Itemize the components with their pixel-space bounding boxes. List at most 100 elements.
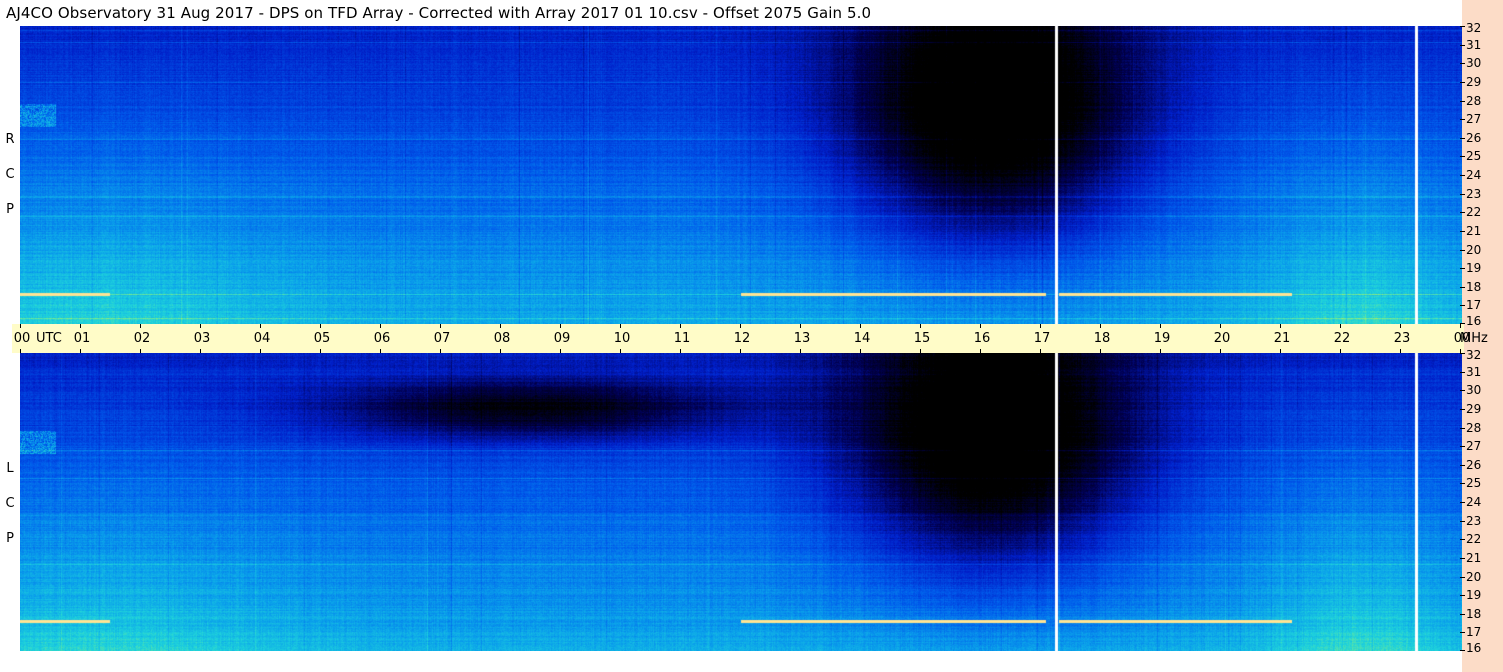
time-tick-label: 05 [313,331,331,346]
time-tick-mark [260,324,261,328]
frequency-tick-mark [1460,613,1465,615]
time-tick-label: 12 [733,331,751,346]
time-axis: 00 01 02 03 04 05 06 07 08 09 10 11 12 13 14 15 16 17 18 19… [12,324,1488,353]
frequency-tick-label: 32 [1466,348,1482,362]
time-tick-mark [800,324,801,328]
frequency-tick-label: 24 [1466,495,1482,509]
time-tick-mark [200,324,201,328]
frequency-tick-label: 26 [1466,457,1482,472]
time-tick-label: 00 [13,331,31,346]
frequency-tick-mark [1460,353,1465,354]
time-tick-label: 19 [1153,331,1171,346]
frequency-tick-mark [1460,464,1465,466]
time-tick-mark [620,324,621,328]
time-tick-mark [1340,324,1341,328]
time-tick-label: 14 [853,331,871,346]
lcp-spectrogram [20,353,1462,651]
time-tick-label: 03 [193,331,211,346]
time-tick-mark [560,324,561,328]
frequency-tick-mark [1460,557,1465,559]
time-tick-label: 21 [1273,331,1291,346]
time-tick-label: 08 [493,331,511,346]
frequency-tick-mark [1460,63,1465,65]
frequency-tick-label: 30 [1466,56,1482,71]
frequency-tick-label: 18 [1466,279,1482,294]
frequency-tick-label: 19 [1466,588,1482,603]
frequency-tick-label: 31 [1466,37,1482,52]
frequency-tick-label: 20 [1466,242,1482,257]
frequency-tick-mark [1460,390,1465,392]
time-tick-label: 01 [73,331,91,346]
time-tick-mark [920,324,921,328]
time-tick-mark [680,324,681,328]
frequency-tick-label: 16 [1466,314,1482,328]
utc-label: UTC [36,331,62,346]
frequency-tick-label: 25 [1466,149,1482,164]
mhz-label: MHz [1460,331,1488,346]
frequency-tick-label: 30 [1466,383,1482,398]
frequency-tick-mark [1460,268,1465,270]
frequency-tick-mark [1460,44,1465,46]
frequency-tick-label: 28 [1466,420,1482,435]
frequency-tick-label: 27 [1466,439,1482,454]
frequency-tick-mark [1460,193,1465,195]
lcp-label-p: P [6,531,14,546]
time-tick-label: 16 [973,331,991,346]
rcp-label-r: R [5,132,15,147]
rcp-spectrogram [20,26,1462,324]
frequency-tick-label: 23 [1466,513,1482,528]
time-tick-mark [500,324,501,328]
frequency-tick-mark [1460,305,1465,307]
frequency-tick-mark [1460,230,1465,232]
time-tick-mark [860,324,861,328]
lcp-spectrogram-canvas [20,353,1462,651]
frequency-tick-mark [1460,427,1465,429]
frequency-tick-label: 19 [1466,261,1482,276]
frequency-tick-mark [1460,119,1465,121]
frequency-tick-label: 16 [1466,641,1482,655]
time-tick-mark [80,324,81,328]
time-tick-label: 17 [1033,331,1051,346]
frequency-tick-mark [1460,286,1465,288]
frequency-tick-mark [1460,26,1465,27]
frequency-tick-label: 29 [1466,74,1482,89]
frequency-tick-label: 25 [1466,476,1482,491]
frequency-tick-label: 21 [1466,223,1482,238]
title-bar: AJ4CO Observatory 31 Aug 2017 - DPS on T… [0,0,1503,26]
time-tick-label: 06 [373,331,391,346]
frequency-tick-label: 20 [1466,569,1482,584]
time-tick-label: 07 [433,331,451,346]
frequency-tick-mark [1460,137,1465,139]
frequency-tick-mark [1460,212,1465,214]
time-tick-mark [1100,324,1101,328]
frequency-tick-label: 17 [1466,298,1482,313]
time-tick-mark [20,324,21,328]
time-tick-label: 22 [1333,331,1351,346]
frequency-tick-mark [1460,632,1465,634]
rcp-label-c: C [5,167,15,182]
time-tick-label: 20 [1213,331,1231,346]
frequency-tick-mark [1460,249,1465,251]
frequency-tick-label: 22 [1466,532,1482,547]
time-tick-mark [1460,324,1461,328]
rcp-spectrogram-canvas [20,26,1462,324]
frequency-tick-mark [1460,595,1465,597]
time-tick-label: 18 [1093,331,1111,346]
time-tick-label: 02 [133,331,151,346]
frequency-tick-label: 32 [1466,21,1482,35]
frequency-tick-mark [1460,650,1465,651]
frequency-tick-label: 23 [1466,186,1482,201]
time-tick-mark [1040,324,1041,328]
frequency-tick-label: 22 [1466,205,1482,220]
lcp-label-c: C [5,496,15,511]
time-tick-mark [140,324,141,328]
frequency-tick-mark [1460,100,1465,102]
frequency-tick-label: 31 [1466,364,1482,379]
frequency-tick-mark [1460,502,1465,503]
frequency-tick-label: 17 [1466,625,1482,640]
frequency-tick-label: 26 [1466,130,1482,145]
frequency-tick-label: 18 [1466,606,1482,621]
frequency-tick-mark [1460,483,1465,485]
time-tick-mark [1280,324,1281,328]
time-tick-mark [1400,324,1401,328]
